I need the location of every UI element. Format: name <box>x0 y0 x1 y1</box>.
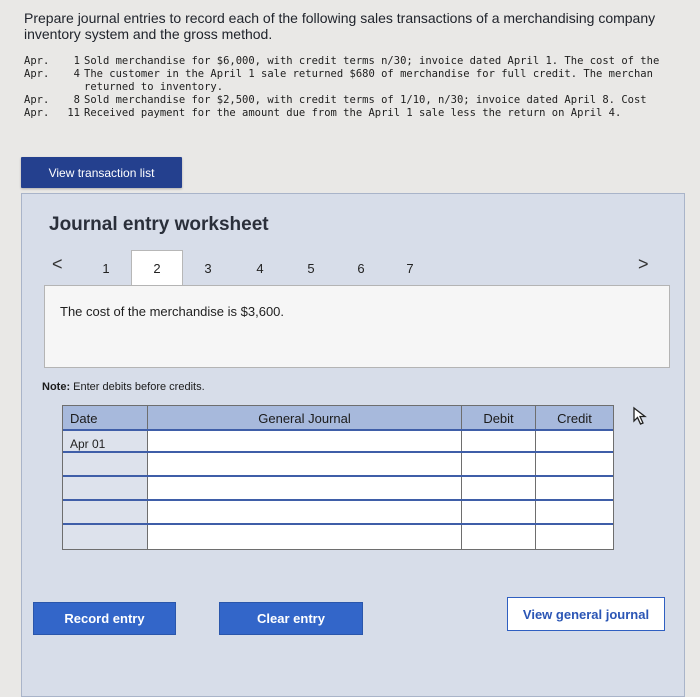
transaction-month: Apr. <box>24 68 50 80</box>
page-tab-5[interactable]: 5 <box>285 250 337 286</box>
note-text: Enter debits before credits. <box>70 381 205 393</box>
clear-entry-button[interactable]: Clear entry <box>219 602 363 635</box>
view-transaction-list-button[interactable]: View transaction list <box>21 157 182 188</box>
account-column[interactable] <box>148 430 462 549</box>
column-header-general-journal: General Journal <box>148 406 462 430</box>
prompt-line-2: inventory system and the gross method. <box>24 26 273 42</box>
row-divider <box>63 451 613 453</box>
row-divider <box>63 429 613 431</box>
page-tab-1[interactable]: 1 <box>80 250 132 286</box>
page-tab-2[interactable]: 2 <box>131 250 183 286</box>
transaction-item: Apr. 1 Sold merchandise for $6,000, with… <box>24 55 700 68</box>
journal-table: Date General Journal Debit Credit Apr 01 <box>62 405 614 550</box>
journal-entry-worksheet: Journal entry worksheet < 1 2 3 4 5 6 7 … <box>21 193 685 697</box>
transaction-text-continued: returned to inventory. <box>84 81 224 93</box>
debit-column[interactable] <box>462 430 536 549</box>
question-prompt: Prepare journal entries to record each o… <box>24 10 700 42</box>
column-header-debit: Debit <box>462 406 536 430</box>
transaction-item: Apr. 8 Sold merchandise for $2,500, with… <box>24 94 700 107</box>
page-tab-4[interactable]: 4 <box>234 250 286 286</box>
column-header-credit: Credit <box>536 406 613 430</box>
transaction-month: Apr. <box>24 55 50 67</box>
chevron-left-icon[interactable]: < <box>52 254 63 275</box>
transaction-day: 1 <box>73 55 80 67</box>
transaction-list: Apr. 1 Sold merchandise for $6,000, with… <box>24 55 700 120</box>
column-header-date: Date <box>63 406 148 430</box>
row-divider <box>63 475 613 477</box>
page-tab-6[interactable]: 6 <box>335 250 387 286</box>
transaction-month: Apr. <box>24 94 50 106</box>
chevron-right-icon[interactable]: > <box>638 254 649 275</box>
transaction-item: Apr. 11 Received payment for the amount … <box>24 107 700 120</box>
transaction-text: The customer in the April 1 sale returne… <box>84 68 653 80</box>
transaction-day: 8 <box>73 94 80 106</box>
row-divider <box>63 523 613 525</box>
prompt-line-1: Prepare journal entries to record each o… <box>24 10 656 26</box>
info-box: The cost of the merchandise is $3,600. <box>44 285 670 368</box>
page-tab-7[interactable]: 7 <box>384 250 436 286</box>
note: Note: Enter debits before credits. <box>42 381 205 393</box>
note-label: Note: <box>42 381 71 393</box>
transaction-item: Apr. 4 The customer in the April 1 sale … <box>24 68 700 81</box>
transaction-day: 11 <box>67 107 80 119</box>
row-divider <box>63 499 613 501</box>
record-entry-button[interactable]: Record entry <box>33 602 176 635</box>
mouse-pointer-icon <box>633 406 647 425</box>
worksheet-title: Journal entry worksheet <box>49 214 269 235</box>
info-text: The cost of the merchandise is $3,600. <box>60 304 285 319</box>
worksheet-pager: < 1 2 3 4 5 6 7 > <box>22 248 686 286</box>
transaction-text: Received payment for the amount due from… <box>84 107 622 119</box>
transaction-month: Apr. <box>24 107 50 119</box>
page-tab-3[interactable]: 3 <box>182 250 234 286</box>
transaction-day: 4 <box>73 68 80 80</box>
date-cell[interactable]: Apr 01 <box>63 430 148 452</box>
view-general-journal-button[interactable]: View general journal <box>507 597 665 631</box>
transaction-text: Sold merchandise for $6,000, with credit… <box>84 55 660 67</box>
transaction-text: Sold merchandise for $2,500, with credit… <box>84 94 647 106</box>
